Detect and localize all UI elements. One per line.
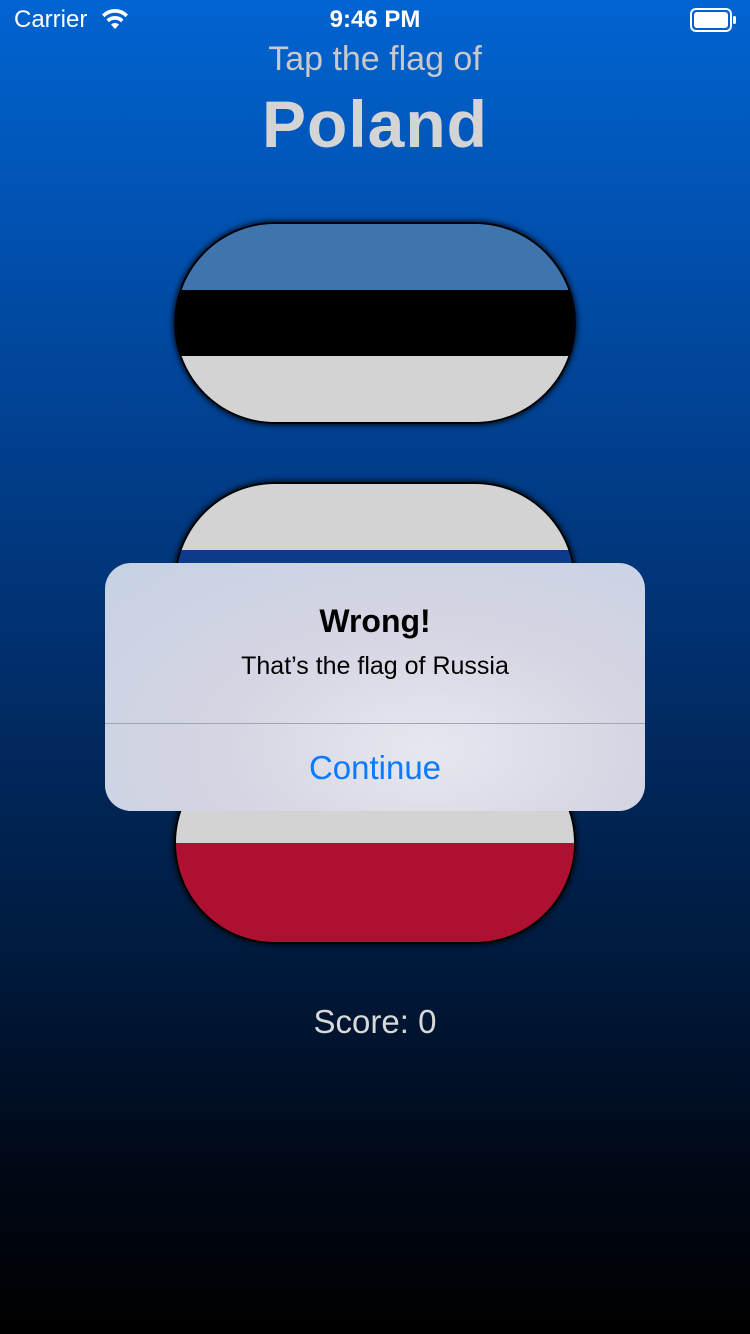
continue-button[interactable]: Continue <box>105 724 645 811</box>
estonia-flag-button[interactable] <box>174 222 576 424</box>
country-name: Poland <box>261 87 488 161</box>
alert-dialog: Wrong! That’s the flag of Russia Continu… <box>105 563 645 811</box>
status-time: 9:46 PM <box>329 6 421 33</box>
app-screen: Carrier 9:46 PM Tap the flag of Poland S… <box>0 0 750 1334</box>
flag-stripe <box>176 224 574 290</box>
score-label: Score: 0 <box>313 1003 437 1040</box>
flag-stripe <box>176 356 574 422</box>
status-bar: Carrier 9:46 PM <box>0 0 750 40</box>
alert-title: Wrong! <box>319 603 431 639</box>
flag-stripe <box>176 843 574 942</box>
alert-message: That’s the flag of Russia <box>241 652 509 680</box>
flag-stripe <box>176 484 574 550</box>
battery-icon <box>690 8 738 32</box>
prompt-label: Tap the flag of <box>268 40 482 78</box>
flag-stripe <box>176 290 574 356</box>
